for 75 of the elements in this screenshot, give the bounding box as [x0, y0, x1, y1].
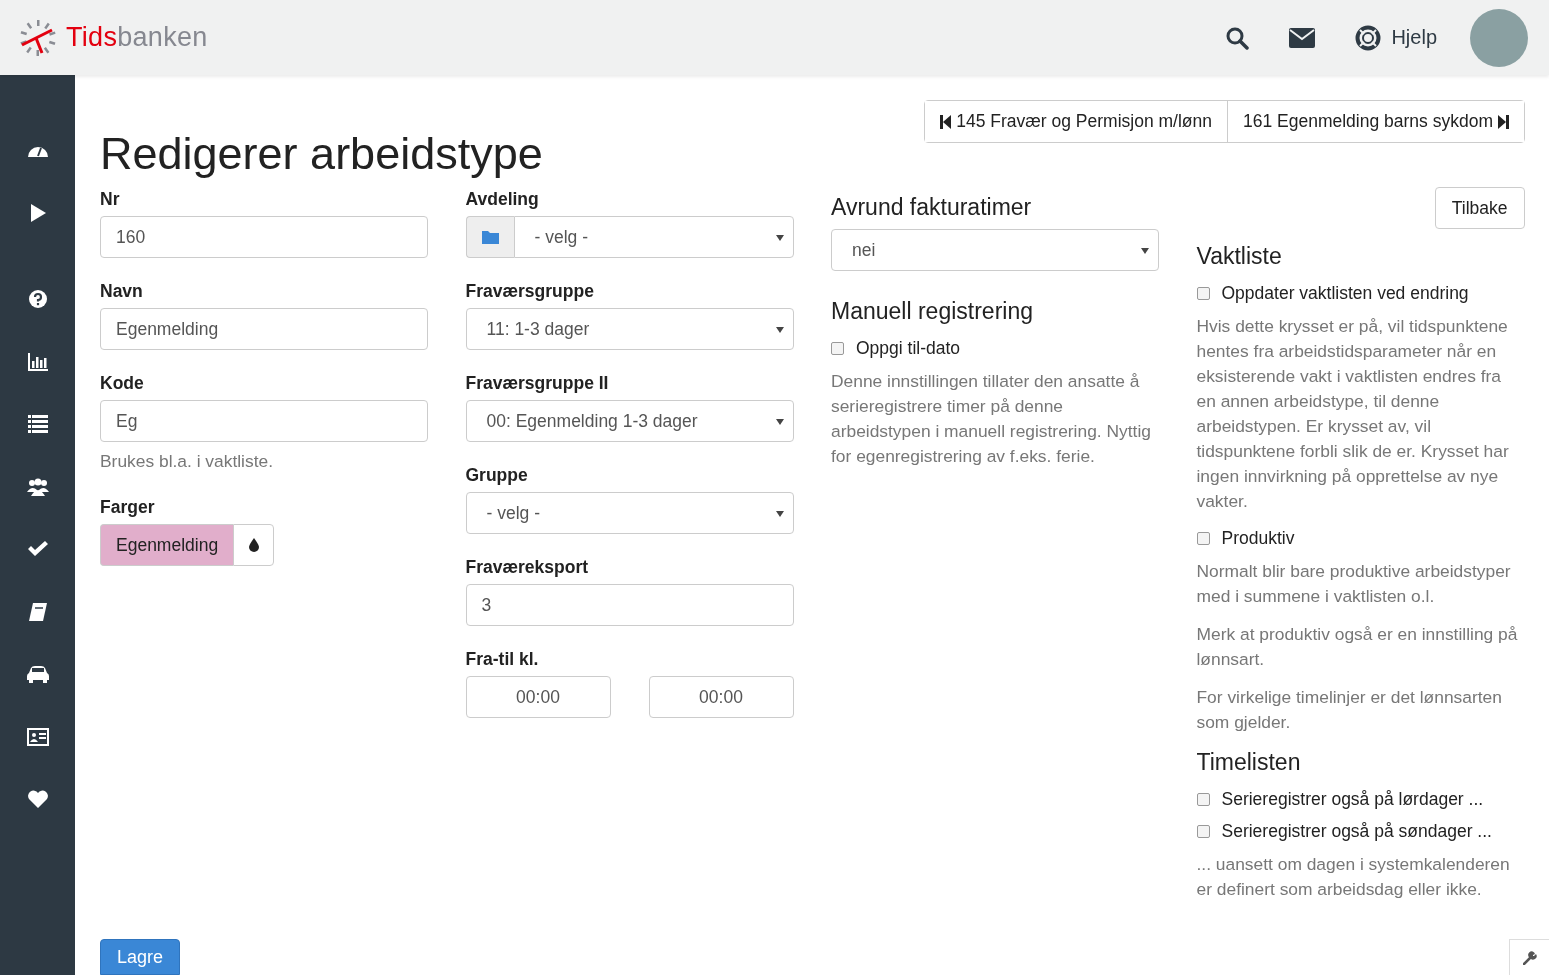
card-icon[interactable]	[26, 726, 49, 747]
folder-button[interactable]	[465, 216, 514, 258]
save-button[interactable]: Lagre	[100, 939, 181, 975]
caret-icon	[775, 419, 784, 425]
folder-icon	[481, 230, 499, 244]
color-field[interactable]: Egenmelding	[100, 524, 234, 566]
book-icon[interactable]	[26, 601, 49, 622]
input-field[interactable]: 3	[465, 584, 794, 626]
field-label: Kode	[100, 372, 145, 395]
checkbox[interactable]	[1196, 792, 1210, 806]
heart-icon[interactable]	[26, 789, 49, 809]
check-icon[interactable]	[26, 539, 49, 559]
field-label: Fra-til kl.	[465, 648, 540, 671]
drop-icon	[248, 538, 259, 552]
input-field[interactable]: 160	[100, 216, 428, 258]
back-button[interactable]: Tilbake	[1434, 187, 1525, 229]
help-text: Brukes bl.a. i vaktliste.	[100, 450, 274, 473]
help-text: Merk at produktiv også er en innstilling på lønnsart.	[1196, 623, 1519, 671]
field-label: Fraværeksport	[465, 556, 590, 579]
field-label: Fraværsgruppe II	[465, 372, 610, 395]
caret-icon	[775, 235, 784, 241]
help-text: Normalt blir bare produktive arbeidstyper med i summene i vaktlisten o.l.	[1196, 560, 1512, 608]
checkbox-label[interactable]: Serieregistrer også på lørdager ...	[1221, 788, 1484, 810]
help-text: Denne innstillingen tillater den ansatte å serieregistrere timer på denne arbeidstypen i manuell registrering. Nyttig for egenregistrering av f.eks. ferie.	[831, 370, 1152, 468]
time-field[interactable]: 00:00	[465, 676, 611, 718]
caret-icon	[1141, 248, 1149, 254]
list-icon[interactable]	[26, 414, 49, 434]
skip-forward-icon	[1497, 114, 1509, 129]
car-icon[interactable]	[26, 664, 49, 684]
wrench-icon	[1522, 950, 1537, 965]
field-label: Farger	[100, 496, 156, 519]
input-field[interactable]: Eg	[100, 400, 428, 442]
time-field[interactable]: 00:00	[648, 676, 794, 718]
select-dropdown[interactable]: nei	[831, 229, 1159, 271]
checkbox[interactable]	[831, 341, 844, 355]
help-text: Hvis dette krysset er på, vil tidspunktene hentes fra arbeidstidsparameter når en eksisterende vakt i vaktlisten endres fra en annen arbeidstype, til denne arbeidstypen. Er krysset av, vil tidspunktene forbli slik de er. Krysset har ingen innvirkning på opprettelse av nye vakter.	[1196, 315, 1510, 513]
skip-back-icon	[940, 114, 953, 129]
question-icon[interactable]	[26, 289, 49, 309]
checkbox[interactable]	[1196, 286, 1210, 300]
field-label: Navn	[100, 280, 144, 303]
chart-icon[interactable]	[26, 351, 49, 372]
field-label: Avdeling	[465, 188, 540, 211]
field-label: Gruppe	[465, 464, 529, 487]
brand-name[interactable]: Tidsbanken	[66, 22, 208, 53]
tools-button[interactable]	[1509, 939, 1549, 975]
section-heading: Timelisten	[1196, 748, 1302, 776]
checkbox-label[interactable]: Serieregistrer også på søndager ...	[1221, 820, 1492, 842]
checkbox[interactable]	[1196, 824, 1210, 838]
caret-icon	[775, 327, 784, 333]
section-heading: Avrund fakturatimer	[831, 193, 1033, 221]
select-dropdown[interactable]: - velg -	[513, 216, 794, 258]
select-dropdown[interactable]: 11: 1-3 dager	[465, 308, 794, 350]
search-icon[interactable]	[1225, 25, 1250, 50]
select-dropdown[interactable]: 00: Egenmelding 1-3 dager	[465, 400, 794, 442]
clock-logo-icon	[18, 18, 58, 57]
color-picker-button[interactable]	[233, 524, 275, 566]
field-label: Nr	[100, 188, 121, 211]
checkbox[interactable]	[1196, 531, 1210, 545]
field-label: Fraværsgruppe	[465, 280, 595, 303]
checkbox-label[interactable]: Oppdater vaktlisten ved endring	[1221, 282, 1469, 304]
help-link[interactable]: Hjelp	[1355, 24, 1437, 51]
input-field[interactable]: Egenmelding	[100, 308, 428, 350]
checkbox-label[interactable]: Oppgi til-dato	[856, 337, 961, 359]
envelope-icon[interactable]	[1289, 27, 1316, 48]
help-text: For virkelige timelinjer er det lønnsarten som gjelder.	[1196, 686, 1503, 734]
caret-icon	[775, 511, 784, 517]
checkbox-label[interactable]: Produktiv	[1221, 527, 1295, 549]
page-title: Redigerer arbeidstype	[100, 128, 543, 180]
lifebuoy-icon	[1355, 24, 1382, 51]
section-heading: Manuell registrering	[831, 297, 1034, 325]
select-dropdown[interactable]: - velg -	[465, 492, 794, 534]
users-icon[interactable]	[26, 476, 49, 497]
section-heading: Vaktliste	[1196, 242, 1283, 270]
next-button[interactable]: 161 Egenmelding barns sykdom	[1227, 101, 1524, 142]
help-text: ... uansett om dagen i systemkalenderen er definert som arbeidsdag eller ikke.	[1196, 853, 1511, 901]
